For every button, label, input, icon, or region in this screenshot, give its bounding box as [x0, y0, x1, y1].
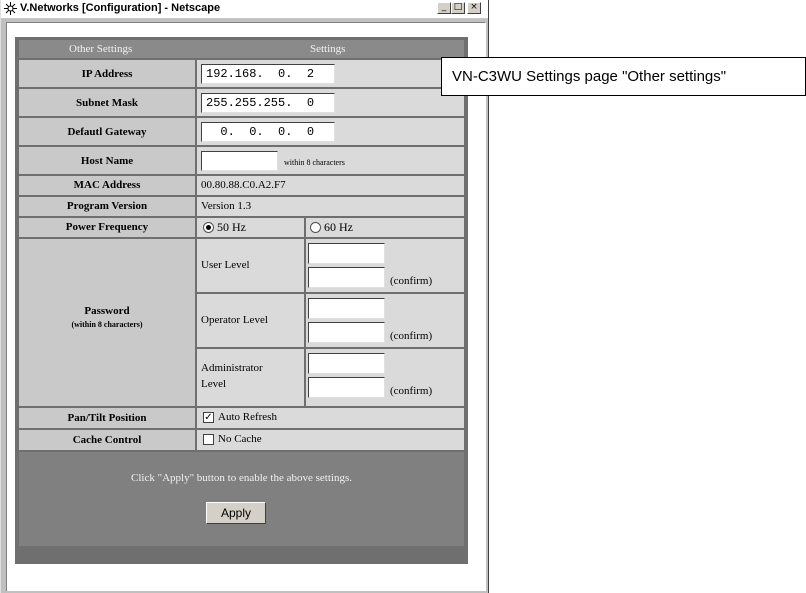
administrator-level-label-line2: Level [201, 378, 227, 390]
subnet-mask-input[interactable]: 255.255.255. 0 [201, 93, 335, 113]
close-button[interactable]: × [467, 2, 481, 14]
administrator-level-password-input[interactable] [308, 353, 385, 374]
default-gateway-label: Defautl Gateway [19, 118, 195, 145]
default-gateway-input[interactable]: 0. 0. 0. 0 [201, 122, 335, 142]
apply-note: Click "Apply" button to enable the above… [131, 472, 352, 484]
operator-level-password-input[interactable] [308, 298, 385, 319]
row-power-frequency: Power Frequency 50 Hz 60 Hz [19, 218, 464, 237]
subnet-mask-label: Subnet Mask [19, 89, 195, 116]
operator-level-confirm-input[interactable] [308, 322, 385, 343]
pan-tilt-position-label: Pan/Tilt Position [19, 408, 195, 428]
ip-address-label: IP Address [19, 60, 195, 87]
row-cache-control: Cache Control No Cache [19, 430, 464, 450]
row-mac-address: MAC Address 00.80.88.C0.A2.F7 [19, 176, 464, 195]
page-content: Other Settings Settings IP Address 192.1… [6, 22, 486, 591]
radio-50hz-label: 50 Hz [217, 220, 246, 234]
minimize-button[interactable]: _ [437, 2, 451, 14]
window-title: V.Networks [Configuration] - Netscape [20, 2, 221, 14]
row-ip-address: IP Address 192.168. 0. 2 [19, 60, 464, 87]
ip-address-input[interactable]: 192.168. 0. 2 [201, 64, 335, 84]
host-name-hint: within 8 characters [284, 158, 345, 167]
operator-level-label: Operator Level [201, 314, 268, 326]
title-bar: V.Networks [Configuration] - Netscape _ … [1, 0, 488, 19]
auto-refresh-label: Auto Refresh [218, 411, 277, 423]
radio-60hz[interactable] [310, 222, 321, 233]
auto-refresh-checkbox[interactable]: ✓ [203, 412, 214, 423]
row-host-name: Host Name within 8 characters [19, 147, 464, 174]
apply-button[interactable]: Apply [206, 502, 266, 524]
row-default-gateway: Defautl Gateway 0. 0. 0. 0 [19, 118, 464, 145]
host-name-input[interactable] [201, 151, 278, 171]
maximize-button[interactable]: □ [451, 2, 465, 14]
administrator-level-confirm-label: (confirm) [390, 385, 433, 397]
header-settings: Settings [310, 43, 346, 55]
program-version-label: Program Version [19, 197, 195, 216]
administrator-level-confirm-input[interactable] [308, 377, 385, 398]
radio-60hz-label: 60 Hz [324, 220, 353, 234]
user-level-confirm-input[interactable] [308, 267, 385, 288]
user-level-password-input[interactable] [308, 243, 385, 264]
mac-address-label: MAC Address [19, 176, 195, 195]
header-other-settings: Other Settings [69, 43, 133, 55]
program-version-value: Version 1.3 [197, 197, 464, 216]
row-subnet-mask: Subnet Mask 255.255.255. 0 [19, 89, 464, 116]
cache-control-label: Cache Control [19, 430, 195, 450]
radio-50hz[interactable] [203, 222, 214, 233]
password-sublabel: (within 8 characters) [71, 320, 143, 329]
row-program-version: Program Version Version 1.3 [19, 197, 464, 216]
no-cache-checkbox[interactable] [203, 434, 214, 445]
callout-caption: VN-C3WU Settings page "Other settings" [441, 57, 806, 96]
table-header: Other Settings Settings [19, 40, 464, 58]
user-level-label: User Level [201, 259, 250, 271]
administrator-level-label-line1: Administrator [201, 362, 263, 374]
password-label: Password [84, 305, 130, 317]
no-cache-label: No Cache [218, 433, 262, 445]
host-name-label: Host Name [19, 147, 195, 174]
mac-address-value: 00.80.88.C0.A2.F7 [197, 176, 464, 195]
row-password: Password (within 8 characters) User Leve… [19, 239, 464, 406]
operator-level-confirm-label: (confirm) [390, 330, 433, 342]
user-level-confirm-label: (confirm) [390, 275, 433, 287]
apply-section: Click "Apply" button to enable the above… [19, 452, 464, 546]
power-frequency-label: Power Frequency [19, 218, 195, 237]
browser-window: V.Networks [Configuration] - Netscape _ … [0, 0, 489, 593]
row-pan-tilt-position: Pan/Tilt Position ✓ Auto Refresh [19, 408, 464, 428]
netscape-app-icon [4, 2, 17, 15]
